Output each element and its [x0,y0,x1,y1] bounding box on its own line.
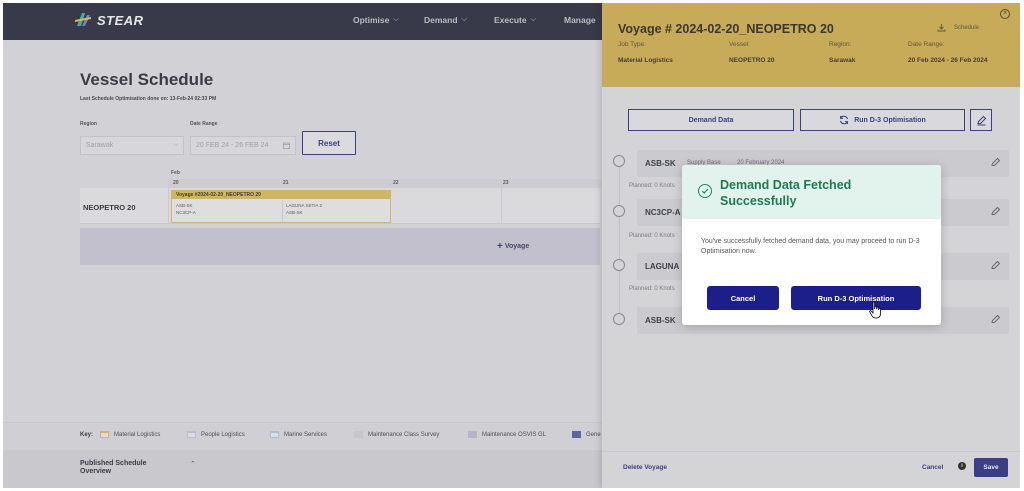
app-window: STEAR Optimise ⌵ Demand ⌵ Execute ⌵ Manage … [3,3,1020,488]
modal-message: You've successfully fetched demand data,… [701,238,920,255]
modal-title: Demand Data Fetched Successfully [720,178,852,208]
modal-header: Demand Data Fetched Successfully [682,165,941,219]
check-circle-icon [698,184,712,198]
success-modal: Demand Data Fetched Successfully You've … [682,165,941,325]
modal-run-optimisation-button[interactable]: Run D-3 Optimisation [791,286,921,310]
hand-cursor-icon [869,301,881,319]
modal-cancel-button[interactable]: Cancel [707,286,779,310]
